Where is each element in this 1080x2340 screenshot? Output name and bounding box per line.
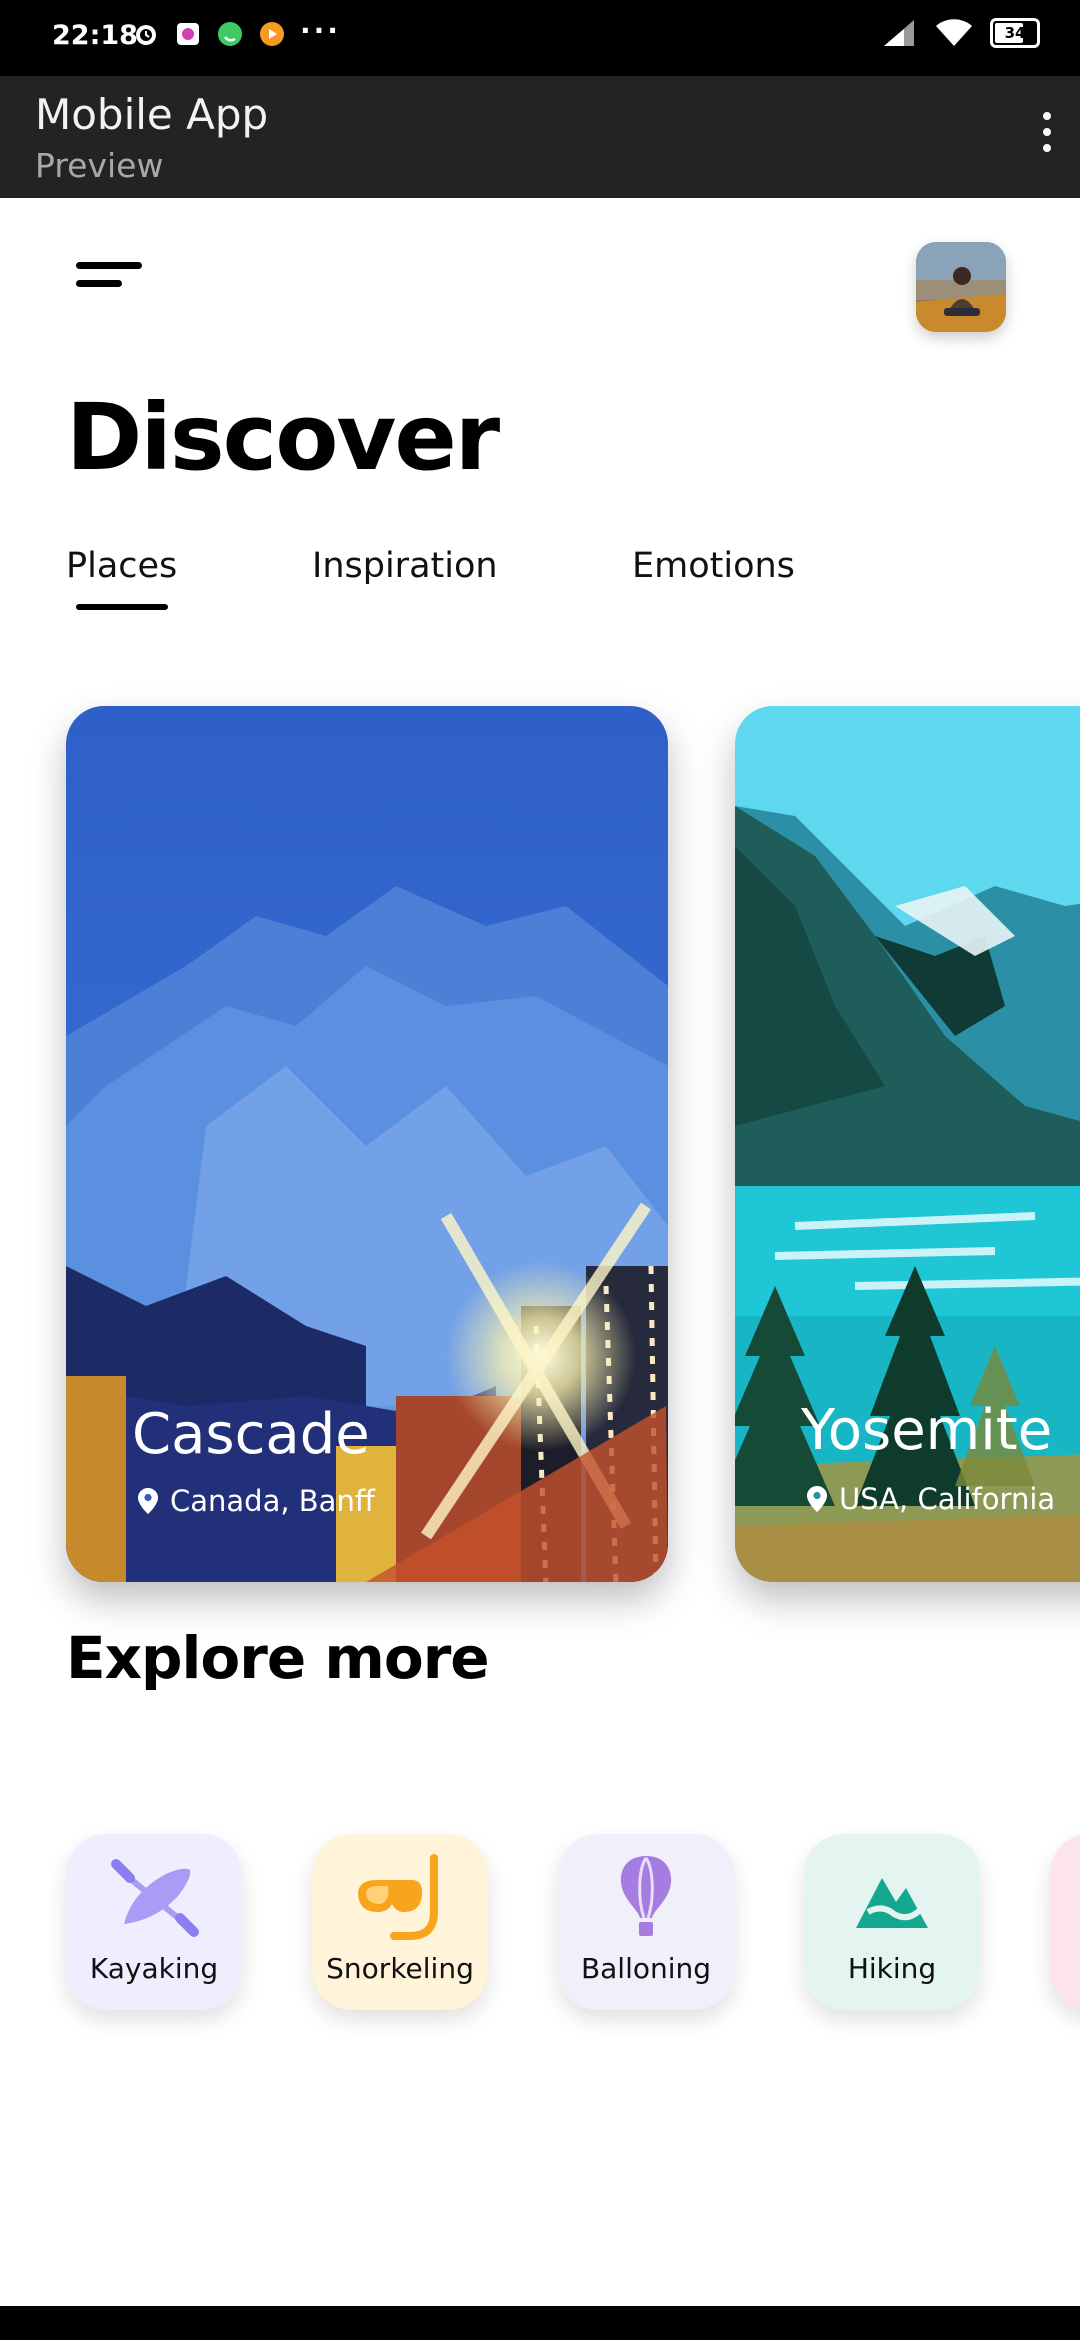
notification-icons — [132, 20, 286, 48]
battery-level: 34 — [1004, 24, 1026, 42]
status-time: 22:18 — [52, 20, 138, 51]
place-card-yosemite[interactable]: Yosemite USA, California — [735, 706, 1080, 1582]
activity-snorkeling[interactable]: Snorkeling — [312, 1834, 488, 2010]
activities-list: Kayaking Snorkeling Balloning Hiking — [0, 1834, 1080, 2034]
kayak-icon — [111, 1859, 199, 1937]
activity-label: Kayaking — [89, 1952, 219, 1985]
system-icons: 34 — [882, 18, 1040, 48]
section-title-explore: Explore more — [66, 1624, 490, 1692]
card-title: Cascade — [132, 1402, 370, 1467]
overflow-notifications: ··· — [300, 14, 341, 47]
tab-emotions[interactable]: Emotions — [632, 546, 795, 586]
place-card-cascade[interactable]: Cascade Canada, Banff — [66, 706, 668, 1582]
activity-hiking[interactable]: Hiking — [804, 1834, 980, 2010]
bottom-navigation — [0, 2278, 1080, 2306]
activity-balloning[interactable]: Balloning — [558, 1834, 734, 2010]
user-avatar[interactable] — [916, 242, 1006, 332]
location-pin-icon — [138, 1488, 158, 1514]
media-icon — [258, 20, 286, 48]
tab-inspiration[interactable]: Inspiration — [312, 546, 498, 586]
hamburger-menu-icon[interactable] — [76, 260, 146, 296]
card-location-text: Canada, Banff — [170, 1484, 375, 1518]
gallery-icon — [174, 20, 202, 48]
status-bar: 22:18 ··· 34 — [0, 0, 1080, 76]
tab-selected-indicator — [76, 604, 168, 610]
app-bar: Mobile App Preview — [0, 76, 1080, 198]
activity-label: Hiking — [847, 1952, 937, 1985]
card-location: Canada, Banff — [138, 1484, 375, 1518]
page-title: Discover — [66, 384, 500, 491]
activity-partial[interactable] — [1050, 1834, 1080, 2010]
card-location: USA, California — [807, 1482, 1055, 1516]
activity-kayaking[interactable]: Kayaking — [66, 1834, 242, 2010]
signal-icon — [884, 20, 914, 46]
main-content: Discover Places Inspiration Emotions Cas… — [0, 198, 1080, 2306]
system-nav-bar — [0, 2306, 1080, 2340]
card-location-text: USA, California — [839, 1482, 1056, 1516]
battery-icon: 34 — [990, 18, 1040, 48]
app-subtitle: Preview — [35, 146, 164, 185]
more-vertical-icon[interactable] — [1040, 112, 1054, 152]
card-title: Yosemite — [801, 1398, 1053, 1463]
location-pin-icon — [807, 1486, 827, 1512]
tab-places[interactable]: Places — [66, 546, 177, 586]
app-title: Mobile App — [35, 90, 269, 139]
wifi-icon — [936, 19, 972, 46]
snorkel-mask-icon — [358, 1854, 438, 1940]
hot-air-balloon-icon — [620, 1856, 672, 1936]
whatsapp-icon — [216, 20, 244, 48]
activity-label: Snorkeling — [326, 1952, 474, 1985]
activity-label: Balloning — [580, 1952, 712, 1985]
mountain-icon — [856, 1878, 928, 1928]
category-tabs: Places Inspiration Emotions — [66, 546, 966, 610]
alarm-icon — [132, 20, 160, 48]
